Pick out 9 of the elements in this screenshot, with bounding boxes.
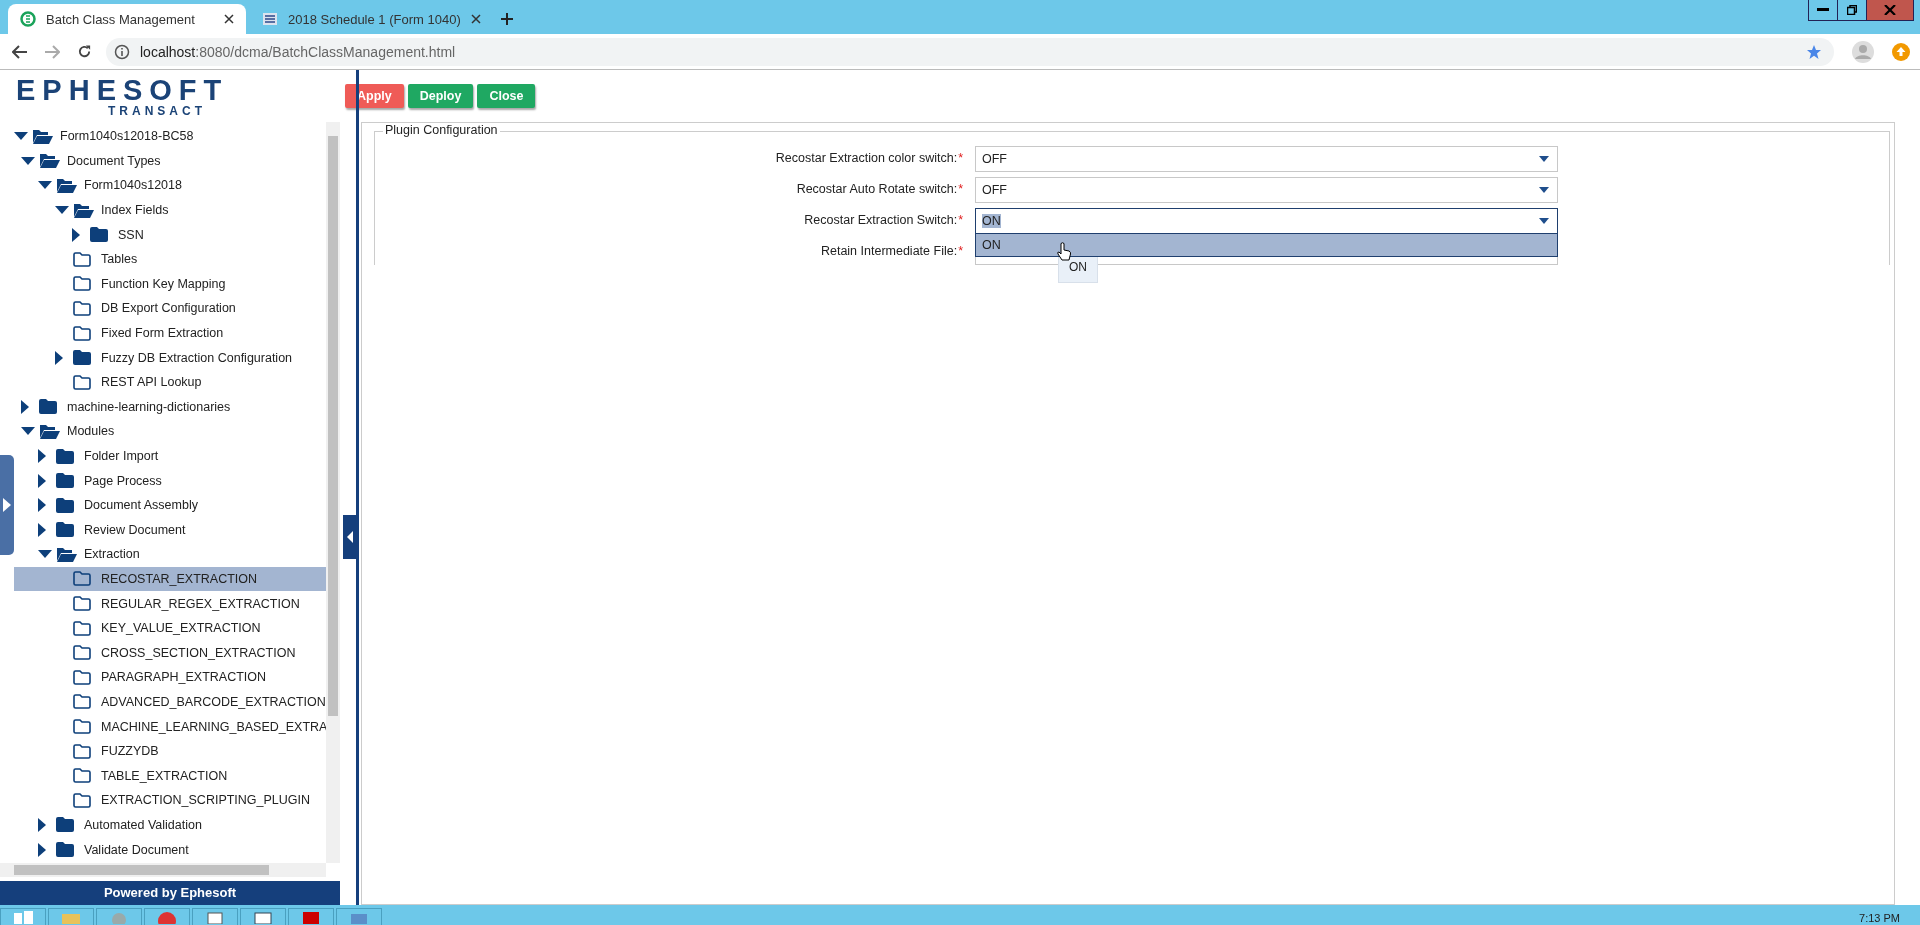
clock-text: 7:13 PM <box>1859 912 1900 925</box>
panel-title: Plugin Configuration <box>383 123 500 137</box>
field-label: Recostar Extraction Switch:* <box>803 212 963 227</box>
field-label: Retain Intermediate File:* <box>819 243 963 258</box>
footer-text: Powered by Ephesoft <box>0 881 340 905</box>
logo: EPHESOFT <box>16 76 229 104</box>
logo-subtitle: TRANSACT <box>108 104 206 118</box>
field-label: Recostar Auto Rotate switch:* <box>795 181 963 196</box>
field-label: Recostar Extraction color switch:* <box>774 150 963 165</box>
